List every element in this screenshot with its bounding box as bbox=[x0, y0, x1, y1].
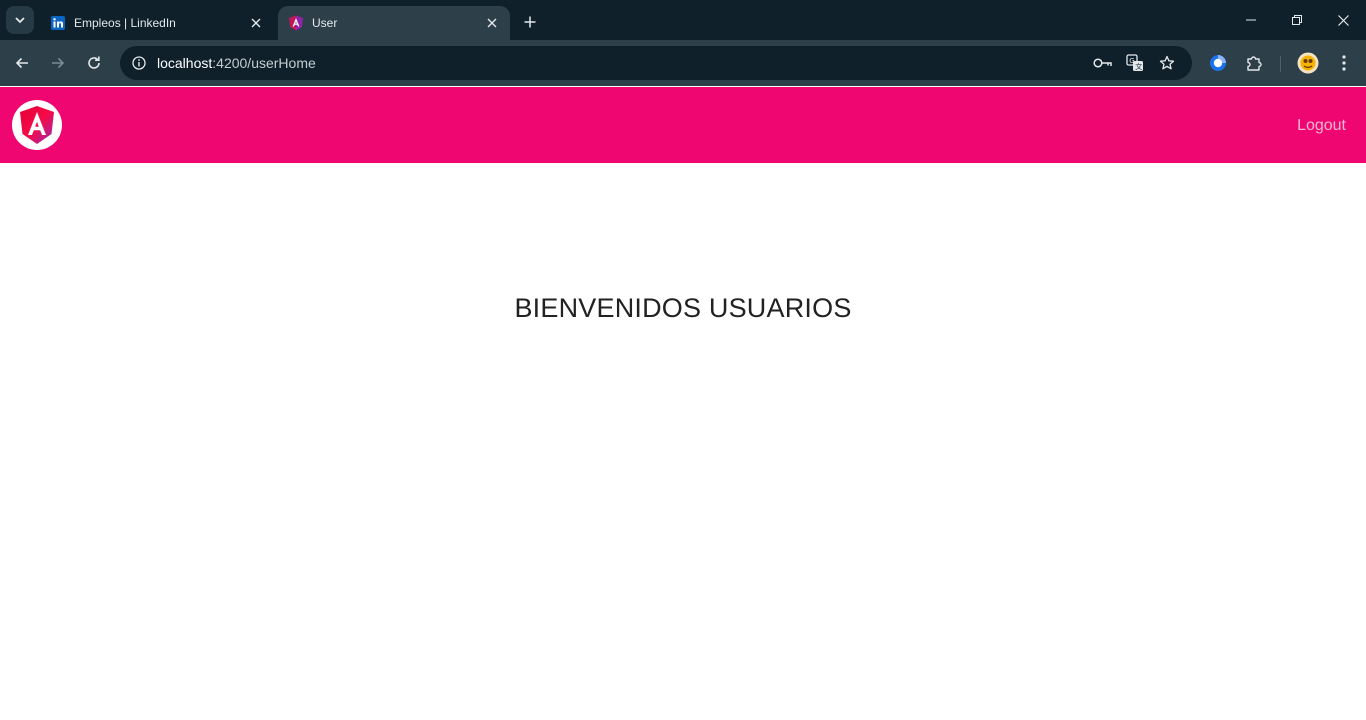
close-icon[interactable] bbox=[248, 15, 264, 31]
close-icon bbox=[1337, 14, 1349, 26]
address-bar[interactable]: localhost:4200/userHome G文 bbox=[120, 46, 1192, 80]
welcome-heading: BIENVENIDOS USUARIOS bbox=[514, 293, 852, 323]
back-button[interactable] bbox=[8, 49, 36, 77]
url-text[interactable]: localhost:4200/userHome bbox=[157, 55, 316, 71]
logout-link[interactable]: Logout bbox=[1297, 117, 1346, 135]
browser-tab-strip: Empleos | LinkedIn User bbox=[0, 0, 1366, 40]
plus-icon bbox=[524, 16, 536, 28]
close-window-button[interactable] bbox=[1320, 0, 1366, 40]
profile-avatar[interactable] bbox=[1296, 51, 1320, 75]
new-tab-button[interactable] bbox=[518, 10, 542, 34]
tab-user[interactable]: User bbox=[278, 6, 510, 40]
tab-title: User bbox=[312, 16, 338, 30]
tab-linkedin[interactable]: Empleos | LinkedIn bbox=[40, 6, 274, 40]
site-info-icon[interactable] bbox=[128, 52, 150, 74]
browser-toolbar: localhost:4200/userHome G文 bbox=[0, 40, 1366, 86]
reload-button[interactable] bbox=[80, 49, 108, 77]
brand-logo[interactable] bbox=[12, 100, 62, 150]
translate-icon[interactable]: G文 bbox=[1124, 52, 1146, 74]
minimize-icon bbox=[1246, 19, 1256, 21]
browser-menu-icon[interactable] bbox=[1332, 51, 1356, 75]
restore-icon bbox=[1292, 15, 1302, 25]
app-navbar: Logout bbox=[0, 87, 1366, 163]
toolbar-separator bbox=[1280, 56, 1281, 72]
password-key-icon[interactable] bbox=[1092, 52, 1114, 74]
arrow-right-icon bbox=[52, 57, 65, 69]
main-content: BIENVENIDOS USUARIOS bbox=[0, 163, 1366, 720]
minimize-button[interactable] bbox=[1228, 0, 1274, 40]
chevron-down-icon bbox=[15, 17, 25, 24]
extensions-puzzle-icon[interactable] bbox=[1242, 51, 1266, 75]
restore-button[interactable] bbox=[1274, 0, 1320, 40]
forward-button[interactable] bbox=[44, 49, 72, 77]
linkedin-icon bbox=[50, 15, 66, 31]
angular-icon bbox=[288, 15, 304, 31]
bookmark-star-icon[interactable] bbox=[1156, 52, 1178, 74]
arrow-left-icon bbox=[15, 57, 28, 69]
close-icon[interactable] bbox=[484, 15, 500, 31]
extension-circle-icon[interactable] bbox=[1206, 51, 1230, 75]
tab-search-button[interactable] bbox=[6, 6, 34, 34]
tab-title: Empleos | LinkedIn bbox=[74, 16, 176, 30]
reload-icon bbox=[88, 56, 100, 69]
svg-text:G: G bbox=[1129, 57, 1134, 65]
svg-text:文: 文 bbox=[1135, 62, 1142, 71]
angular-logo-icon bbox=[20, 106, 54, 144]
